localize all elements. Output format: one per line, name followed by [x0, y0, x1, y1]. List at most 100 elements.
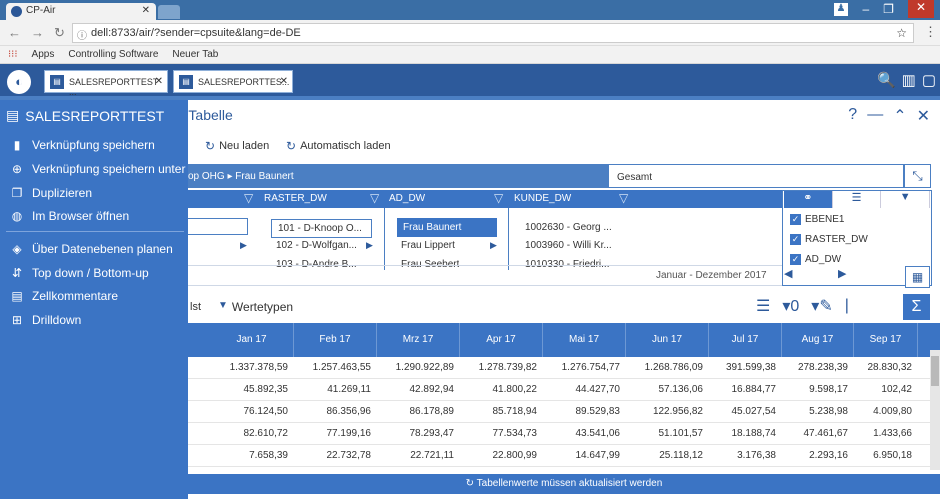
search-icon[interactable]: 🔍 — [877, 71, 896, 89]
bookmark-star-icon[interactable]: ☆ — [896, 26, 907, 40]
table-cell[interactable]: 41.269,11 — [294, 379, 371, 401]
collapse-icon[interactable]: ⌃ — [893, 106, 906, 126]
maximize-icon[interactable]: ❐ — [883, 2, 894, 18]
new-tab-button[interactable] — [158, 5, 180, 19]
filter-icon[interactable]: ▽ — [370, 191, 379, 205]
brush-icon[interactable]: ▾✎ — [811, 296, 832, 316]
table-cell[interactable]: 76.124,50 — [210, 401, 289, 423]
total-field[interactable]: Gesamt — [608, 164, 904, 188]
checkbox-checked-icon[interactable]: ✓ — [790, 254, 801, 265]
column-header[interactable]: Feb 17 — [294, 323, 377, 357]
close-icon[interactable]: ✕ — [917, 106, 930, 126]
table-cell[interactable]: 102,42 — [854, 379, 912, 401]
hierarchy-icon[interactable]: ⚭ — [784, 191, 833, 208]
sidebar-item-drilldown[interactable]: ⊞ Drilldown — [10, 313, 81, 327]
lines-icon[interactable]: ☰ — [756, 296, 770, 316]
value-types-dropdown[interactable]: ▼ Wertetypen — [218, 300, 293, 314]
sidebar-item-topdown[interactable]: ⇵ Top down / Bottom-up — [10, 266, 149, 280]
checkbox-checked-icon[interactable]: ✓ — [790, 214, 801, 225]
column-header[interactable]: Mrz 17 — [377, 323, 460, 357]
apps-icon[interactable]: ⁝⁝⁝ — [8, 49, 18, 63]
scrollbar-thumb[interactable] — [931, 356, 939, 386]
table-cell[interactable]: 22.732,78 — [294, 445, 372, 467]
app-tab-2[interactable]: ▤ SALESREPORTTES... ✕ — [173, 70, 293, 93]
expand-arrow-icon[interactable]: ▶ — [366, 240, 373, 251]
table-cell[interactable]: 1.276.754,77 — [543, 357, 620, 379]
sidebar-item-save-link[interactable]: ▮ Verknüpfung speichern — [10, 138, 155, 152]
table-cell[interactable]: 7.658,39 — [210, 445, 288, 467]
filter-icon[interactable]: ▽ — [619, 191, 628, 205]
breadcrumb-current[interactable]: Frau Baunert — [235, 171, 293, 182]
close-tab-icon[interactable]: ✕ — [142, 5, 150, 16]
table-cell[interactable]: 18.188,74 — [709, 423, 777, 445]
info-icon[interactable]: ⓘ — [77, 27, 87, 42]
table-cell[interactable]: 391.599,38 — [709, 357, 776, 379]
tree-node-kunde[interactable]: 1002630 - Georg ... — [525, 222, 612, 233]
column-header[interactable]: Jun 17 — [626, 323, 709, 357]
table-cell[interactable]: 5.238,98 — [782, 401, 848, 423]
app-tab-1[interactable]: ▤ SALESREPORTTEST ... ✕ — [44, 70, 168, 97]
bookmark-apps[interactable]: Apps — [32, 49, 55, 63]
level-checkbox[interactable]: ✓ EBENE1 — [790, 214, 844, 225]
tree-node-ad[interactable]: Frau Lippert — [401, 240, 455, 251]
table-cell[interactable]: 57.136,06 — [626, 379, 704, 401]
table-cell[interactable]: 6.950,18 — [854, 445, 912, 467]
table-cell[interactable]: 47.461,67 — [782, 423, 849, 445]
table-cell[interactable]: 77.199,16 — [294, 423, 372, 445]
sidebar-item-open-browser[interactable]: ◍ Im Browser öffnen — [10, 209, 129, 223]
table-cell[interactable]: 22.800,99 — [460, 445, 538, 467]
table-cell[interactable]: 1.433,66 — [854, 423, 912, 445]
column-header[interactable]: Apr 17 — [460, 323, 543, 357]
table-cell[interactable]: 3.176,38 — [709, 445, 776, 467]
bookmark-new-tab[interactable]: Neuer Tab — [172, 49, 218, 63]
close-tab-icon[interactable]: ✕ — [280, 76, 288, 87]
close-window-icon[interactable]: ✕ — [907, 0, 934, 18]
tree-node-kunde[interactable]: 1010330 - Friedri... — [525, 259, 610, 269]
table-cell[interactable]: 89.529,83 — [543, 401, 621, 423]
level-checkbox[interactable]: ✓ AD_DW — [790, 254, 841, 265]
table-cell[interactable]: 4.009,80 — [854, 401, 912, 423]
tree-node-raster[interactable]: 102 - D-Wolfgan... — [276, 240, 357, 251]
table-cell[interactable]: 278.238,39 — [782, 357, 848, 379]
table-cell[interactable]: 25.118,12 — [626, 445, 703, 467]
expand-arrow-icon[interactable]: ▶ — [490, 240, 497, 251]
table-cell[interactable]: 42.892,94 — [377, 379, 455, 401]
calendar-icon[interactable]: ▦ — [905, 266, 930, 288]
expand-arrow-icon[interactable]: ▶ — [240, 240, 247, 251]
table-cell[interactable]: 1.337.378,59 — [210, 357, 288, 379]
table-cell[interactable]: 14.647,99 — [543, 445, 621, 467]
window-icon[interactable]: ▢ — [922, 71, 936, 89]
table-cell[interactable]: 16.884,77 — [709, 379, 777, 401]
table-cell[interactable]: 45.892,35 — [210, 379, 289, 401]
layout-icon[interactable]: ▥ — [902, 71, 916, 89]
decimals-icon[interactable]: ▾0 — [782, 296, 799, 316]
bookmark-controlling[interactable]: Controlling Software — [68, 49, 158, 63]
browser-tab[interactable]: CP-Air ✕ — [6, 3, 156, 20]
funnel-icon[interactable]: ▼ — [881, 191, 931, 208]
filter-icon[interactable]: ▽ — [494, 191, 503, 205]
table-cell[interactable]: 2.293,16 — [782, 445, 848, 467]
table-cell[interactable]: 77.534,73 — [460, 423, 538, 445]
user-icon[interactable]: ♟ — [833, 3, 849, 16]
browser-menu-icon[interactable]: ⋮ — [924, 24, 937, 40]
sidebar-item-duplicate[interactable]: ❐ Duplizieren — [10, 186, 92, 200]
column-header[interactable]: Aug 17 — [782, 323, 854, 357]
table-cell[interactable]: 1.278.739,82 — [460, 357, 537, 379]
scroll-right-icon[interactable]: ▶ — [838, 267, 846, 280]
column-header[interactable]: Jul 17 — [709, 323, 782, 357]
tree-node-root[interactable] — [186, 218, 248, 235]
table-cell[interactable]: 82.610,72 — [210, 423, 289, 445]
sidebar-item-save-link-as[interactable]: ⊕ Verknüpfung speichern unter — [10, 162, 185, 176]
list-label[interactable]: lst — [190, 301, 201, 313]
tree-node-kunde[interactable]: 1003960 - Willi Kr... — [525, 240, 612, 251]
table-cell[interactable]: 44.427,70 — [543, 379, 621, 401]
table-cell[interactable]: 41.800,22 — [460, 379, 538, 401]
auto-reload-button[interactable]: ↻ Automatisch laden — [286, 139, 391, 153]
reload-icon[interactable]: ↻ — [54, 25, 65, 41]
sum-icon[interactable]: Σ — [903, 294, 930, 320]
compress-icon[interactable]: ⤡ — [904, 164, 931, 188]
table-cell[interactable]: 51.101,57 — [626, 423, 704, 445]
level-checkbox[interactable]: ✓ RASTER_DW — [790, 234, 868, 245]
tree-node-ad-selected[interactable]: Frau Baunert — [397, 218, 497, 237]
minimize-icon[interactable]: – — [862, 2, 869, 18]
